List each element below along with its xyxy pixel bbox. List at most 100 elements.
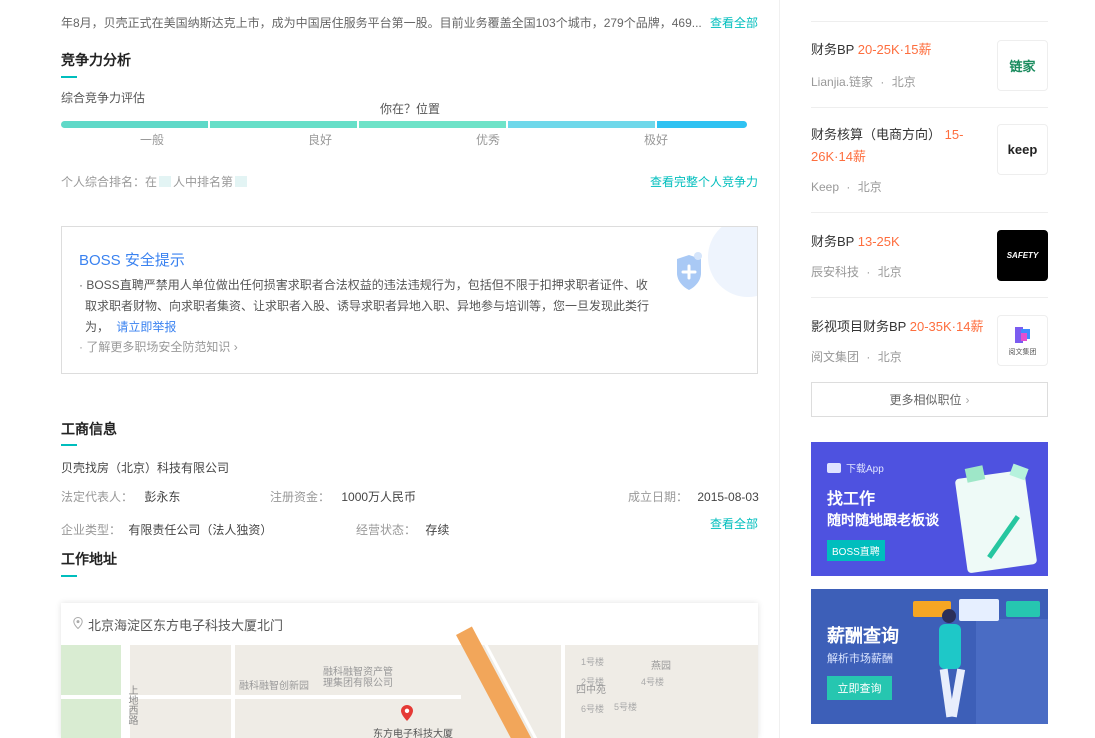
company-full-name: 贝壳找房（北京）科技有限公司 <box>61 461 230 475</box>
address-card: 北京海淀区东方电子科技大厦北门 上地西路 融科融智创新园 融科融智资产管理集团有… <box>61 603 758 738</box>
map-label: 4号楼 <box>641 677 665 687</box>
chat-icon <box>827 462 841 473</box>
job-card[interactable]: 影视项目财务BP 20-35K·14薪 阅文集团 · 北京 阅文集团 <box>811 298 1048 382</box>
chevron-right-icon: › <box>965 392 970 407</box>
building-bg <box>976 619 1048 724</box>
job-title: 财务核算（电商方向） <box>811 127 942 142</box>
job-title: 财务BP <box>811 42 855 57</box>
rank-mid: 人中排名第 <box>173 175 234 189</box>
level-label: 良好 <box>308 133 333 147</box>
competition-bar <box>61 121 747 128</box>
status-value: 存续 <box>425 523 450 537</box>
map-label: 1号楼 <box>581 657 605 667</box>
job-title: 财务BP <box>811 234 855 249</box>
chevron-right-icon: › <box>230 340 238 354</box>
more-safety-link[interactable]: · 了解更多职场安全防范知识 › <box>79 338 238 355</box>
separator-dot: · <box>866 265 871 279</box>
app-download-ad[interactable]: 下载App 找工作 随时随地跟老板谈 BOSS直聘 <box>811 442 1048 576</box>
job-city: 北京 <box>877 265 902 279</box>
job-card[interactable]: 财务核算（电商方向） 15-26K·14薪 Keep · 北京 keep <box>811 108 1048 213</box>
safety-logo-icon: SAFETY <box>1006 251 1039 260</box>
job-salary: 20-25K·15薪 <box>857 42 932 57</box>
ad-subline: 随时随地跟老板谈 <box>827 512 939 528</box>
competition-subtitle: 综合竞争力评估 <box>61 91 146 105</box>
safety-title: BOSS 安全提示 <box>79 252 185 269</box>
ad-subline: 解析市场薪酬 <box>827 653 893 665</box>
intro-view-all-link[interactable]: 查看全部 <box>708 14 759 31</box>
separator-dot: · <box>846 180 851 194</box>
safety-tip-box: BOSS 安全提示 · BOSS直聘严禁用人单位做出任何损害求职者合法权益的违法… <box>61 226 758 374</box>
map-green-area <box>61 645 121 738</box>
job-city: 北京 <box>891 75 916 89</box>
ad-headline: 薪酬查询 <box>827 626 899 646</box>
company-intro-text: 年8月，贝壳正式在美国纳斯达克上市，成为中国居住服务平台第一股。目前业务覆盖全国… <box>61 14 761 31</box>
job-company: 阅文集团 <box>811 350 860 364</box>
job-card[interactable]: 财务BP 20-25K·15薪 Lianjia.链家 · 北京 链家 <box>811 22 1048 108</box>
yuewen-logo-icon <box>1014 326 1030 343</box>
report-link[interactable]: 请立即举报 <box>116 320 176 334</box>
view-full-competition-link[interactable]: 查看完整个人竞争力 <box>650 173 758 190</box>
address-header: 北京海淀区东方电子科技大厦北门 <box>61 603 758 645</box>
section-bar <box>61 76 77 78</box>
business-view-all-link[interactable]: 查看全部 <box>710 515 758 532</box>
rank-text: 个人综合排名：在 人中排名第 <box>61 173 248 190</box>
map-label: 5号楼 <box>614 702 638 712</box>
address-text: 北京海淀区东方电子科技大厦北门 <box>88 617 284 633</box>
job-salary: 13-25K <box>857 234 900 249</box>
person-leg <box>948 668 966 718</box>
job-company: Lianjia.链家 <box>811 75 874 89</box>
separator-dot: · <box>880 75 885 89</box>
type-label: 企业类型： <box>61 523 122 537</box>
legal-rep-row: 法定代表人： 彭永东 <box>61 488 180 505</box>
ad-tag-text: 下载App <box>846 464 884 475</box>
founded-label: 成立日期： <box>628 490 689 504</box>
job-city: 北京 <box>857 180 882 194</box>
map[interactable]: 上地西路 融科融智创新园 融科融智资产管理集团有限公司 东方电子科技大厦 1号楼… <box>61 626 758 738</box>
company-logo: 阅文集团 <box>997 315 1048 366</box>
map-label: 四中苑 <box>576 685 606 696</box>
legal-rep-label: 法定代表人： <box>61 490 134 504</box>
map-label: 融科融智创新园 <box>239 681 309 692</box>
location-pin-icon <box>73 616 83 632</box>
boss-badge: BOSS直聘 <box>827 540 885 561</box>
status-label: 经营状态： <box>356 523 417 537</box>
job-company: 辰安科技 <box>811 265 860 279</box>
bar-segment-3 <box>359 121 506 128</box>
job-company: Keep <box>811 180 840 194</box>
level-label: 极好 <box>644 133 669 147</box>
job-title: 影视项目财务BP <box>811 319 907 334</box>
paper-illustration <box>954 469 1038 574</box>
decor-circle <box>708 227 757 297</box>
bar-segment-1 <box>61 121 208 128</box>
logo-text: 阅文集团 <box>1008 348 1037 356</box>
more-similar-jobs-button[interactable]: 更多相似职位 › <box>811 382 1048 417</box>
person-illustration <box>939 624 961 669</box>
map-label: 燕园 <box>651 661 671 672</box>
level-label: 优秀 <box>476 133 501 147</box>
blurred-count <box>159 176 172 187</box>
salary-query-ad[interactable]: 薪酬查询 解析市场薪酬 立即查询 <box>811 589 1048 724</box>
address-title: 工作地址 <box>61 551 117 567</box>
shield-icon <box>662 247 712 297</box>
capital-value: 1000万人民币 <box>341 490 417 504</box>
company-intro-body: 年8月，贝壳正式在美国纳斯达克上市，成为中国居住服务平台第一股。目前业务覆盖全国… <box>61 16 702 30</box>
type-value: 有限责任公司（法人独资） <box>128 523 273 537</box>
capital-label: 注册资金： <box>270 490 331 504</box>
more-safety-link-text: 了解更多职场安全防范知识 <box>86 340 231 354</box>
map-road <box>61 695 461 699</box>
job-card[interactable]: 财务BP 13-25K 辰安科技 · 北京 SAFETY <box>811 213 1048 298</box>
type-row: 企业类型： 有限责任公司（法人独资） <box>61 521 272 538</box>
capital-row: 注册资金： 1000万人民币 <box>270 488 416 505</box>
section-bar <box>61 575 77 577</box>
ad-tag: 下载App <box>827 460 884 475</box>
separator-dot: · <box>866 350 871 364</box>
level-label: 一般 <box>140 133 165 147</box>
pie-card-icon <box>959 599 999 621</box>
company-logo: 链家 <box>997 40 1048 91</box>
wave-card-icon <box>1006 601 1040 617</box>
job-card-partial[interactable] <box>811 0 1048 22</box>
map-label: 融科融智资产管理集团有限公司 <box>323 667 393 689</box>
salary-query-button[interactable]: 立即查询 <box>827 676 892 700</box>
keep-logo-icon: keep <box>1007 142 1038 157</box>
safety-body: · BOSS直聘严禁用人单位做出任何损害求职者合法权益的违法违规行为，包括但不限… <box>79 278 650 334</box>
